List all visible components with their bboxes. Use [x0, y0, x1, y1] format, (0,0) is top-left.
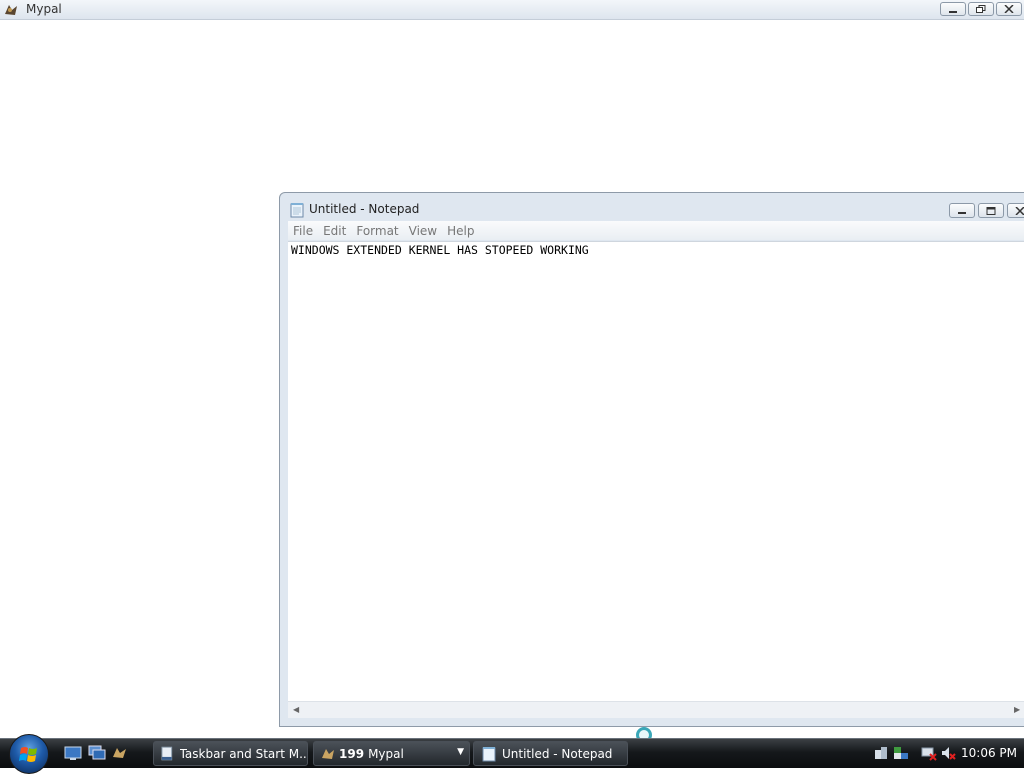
taskbar-task-mypal[interactable]: 199 Mypal ▼ [313, 741, 470, 766]
notepad-minimize-button[interactable] [949, 203, 975, 218]
minimize-icon [949, 11, 957, 13]
notepad-icon [482, 746, 496, 761]
window-controls [940, 2, 1022, 16]
text-editor-area[interactable]: WINDOWS EXTENDED KERNEL HAS STOPEED WORK… [288, 241, 1024, 702]
volume-muted-icon[interactable] [940, 745, 956, 761]
minimize-icon [958, 211, 966, 214]
show-desktop-icon[interactable] [64, 745, 82, 761]
network-icon-2[interactable] [893, 745, 909, 761]
network-icon[interactable] [873, 745, 889, 761]
task-label: Mypal [368, 746, 404, 761]
menu-file[interactable]: File [288, 224, 318, 238]
notepad-window-controls [949, 203, 1024, 218]
mypal-icon[interactable] [111, 745, 129, 761]
notepad-close-button[interactable] [1007, 203, 1024, 218]
restore-button[interactable] [968, 2, 994, 16]
notepad-maximize-button[interactable] [978, 203, 1004, 218]
menu-edit[interactable]: Edit [318, 224, 351, 238]
clock[interactable]: 10:06 PM [961, 746, 1017, 760]
close-icon [1004, 5, 1014, 13]
task-count-badge: 199 [339, 746, 365, 761]
notepad-titlebar[interactable]: Untitled - Notepad [280, 193, 1024, 221]
minimize-button[interactable] [940, 2, 966, 16]
chevron-down-icon[interactable]: ▼ [457, 747, 464, 757]
notepad-window[interactable]: Untitled - Notepad File Edit Format View… [279, 192, 1024, 727]
switch-windows-icon[interactable] [88, 745, 106, 761]
close-icon [1015, 206, 1024, 215]
notepad-title: Untitled - Notepad [309, 202, 420, 216]
mypal-titlebar[interactable]: Mypal [0, 0, 1024, 20]
menu-bar: File Edit Format View Help [288, 221, 1024, 240]
taskbar-task-notepad[interactable]: Untitled - Notepad [473, 741, 628, 766]
task-label: Untitled - Notepad [502, 746, 613, 761]
notepad-icon [290, 203, 304, 218]
power-icon[interactable] [921, 745, 937, 761]
maximize-icon [986, 206, 996, 215]
editor-content: WINDOWS EXTENDED KERNEL HAS STOPEED WORK… [291, 243, 589, 257]
close-button[interactable] [996, 2, 1022, 16]
mypal-logo-icon [5, 5, 17, 15]
taskbar-task-taskbar-start-menu[interactable]: Taskbar and Start M... [153, 741, 308, 766]
scroll-right-icon[interactable]: ▶ [1014, 705, 1020, 714]
task-label: Taskbar and Start M... [179, 746, 307, 761]
start-button[interactable] [9, 734, 49, 774]
menu-help[interactable]: Help [442, 224, 479, 238]
mypal-icon [322, 748, 334, 759]
scroll-left-icon[interactable]: ◀ [293, 705, 299, 714]
taskbar: Taskbar and Start M... 199 Mypal ▼ Untit… [0, 734, 1024, 774]
window-title: Mypal [26, 2, 62, 16]
restore-icon [976, 5, 986, 13]
windows-logo-icon [19, 747, 37, 762]
menu-view[interactable]: View [404, 224, 442, 238]
menu-format[interactable]: Format [351, 224, 403, 238]
horizontal-scrollbar[interactable]: ◀ ▶ [288, 701, 1024, 718]
taskbar-properties-icon [161, 746, 173, 760]
